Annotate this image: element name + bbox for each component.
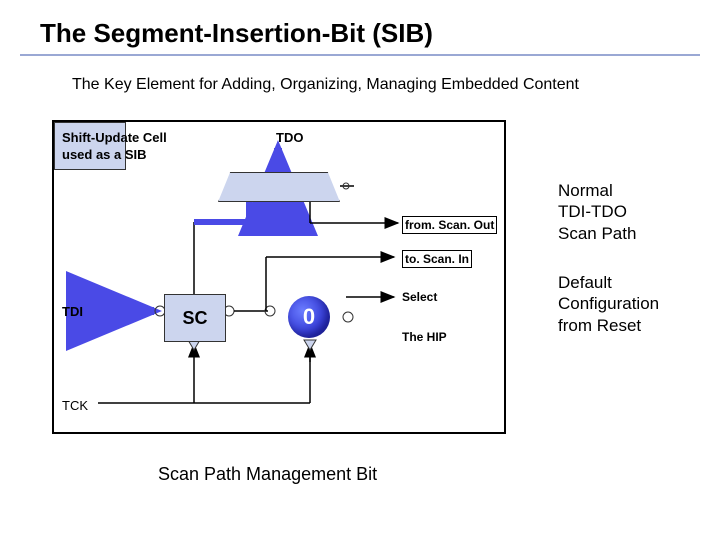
tdi-label: TDI: [62, 304, 83, 319]
zero-text: 0: [303, 304, 315, 330]
note-default-config: Default Configuration from Reset: [558, 272, 659, 336]
shift-update-cell-label: Shift-Update Cell used as a SIB: [62, 130, 167, 164]
slide-title: The Segment-Insertion-Bit (SIB): [40, 18, 433, 49]
title-divider: [20, 54, 700, 56]
sc-text: SC: [182, 308, 207, 329]
sib-diagram: Shift-Update Cell used as a SIB TDO TDI …: [52, 120, 506, 434]
slide: The Segment-Insertion-Bit (SIB) The Key …: [0, 0, 720, 540]
hip-label: The HIP: [402, 330, 447, 344]
slide-subtitle: The Key Element for Adding, Organizing, …: [72, 76, 579, 94]
note-normal-path: Normal TDI-TDO Scan Path: [558, 180, 636, 244]
to-scan-in-label: to. Scan. In: [402, 250, 472, 268]
diagram-svg: [54, 122, 504, 432]
diagram-caption: Scan Path Management Bit: [158, 464, 377, 485]
select-label: Select: [402, 290, 437, 304]
top-mux: [218, 172, 340, 202]
tck-label: TCK: [62, 398, 88, 413]
zero-bubble: 0: [288, 296, 330, 338]
shift-capture-block: SC: [164, 294, 226, 342]
tdo-label: TDO: [276, 130, 303, 145]
from-scan-out-label: from. Scan. Out: [402, 216, 497, 234]
